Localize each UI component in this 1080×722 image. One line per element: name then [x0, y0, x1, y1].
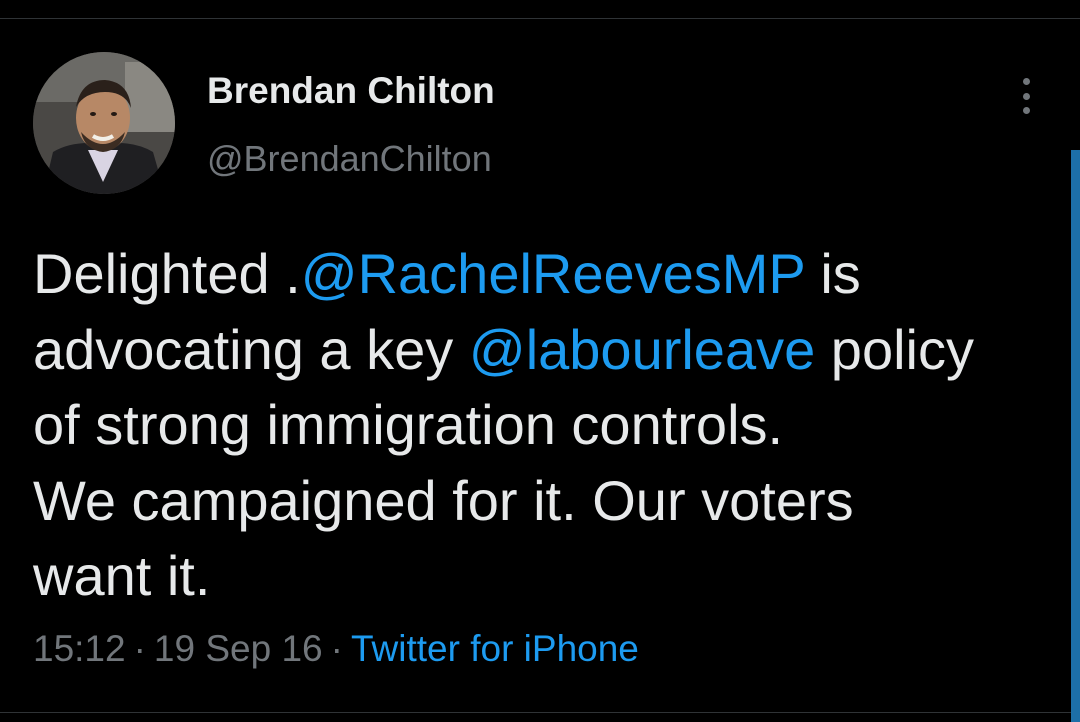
more-options-button[interactable] — [1010, 74, 1042, 118]
author-name[interactable]: Brendan Chilton — [207, 70, 495, 112]
tweet-text-line: of strong immigration controls. — [33, 387, 1043, 463]
top-divider — [0, 18, 1080, 19]
mention-link[interactable]: @labourleave — [469, 318, 815, 381]
avatar[interactable] — [33, 52, 175, 194]
author-handle[interactable]: @BrendanChilton — [207, 138, 492, 180]
scroll-indicator[interactable] — [1071, 150, 1080, 722]
tweet-text-line: We campaigned for it. Our voters — [33, 463, 1043, 539]
bottom-divider — [0, 712, 1080, 713]
tweet-text-segment: is — [804, 242, 861, 305]
more-vertical-icon — [1022, 107, 1030, 114]
avatar-photo — [33, 52, 175, 194]
tweet-text-segment: Delighted . — [33, 242, 301, 305]
tweet-text-segment: policy — [815, 317, 974, 381]
tweet-text-line: advocating a key @labourleave policy — [33, 312, 1043, 388]
tweet-source-link[interactable]: Twitter for iPhone — [351, 628, 639, 669]
tweet-text-line: want it. — [33, 538, 1043, 614]
tweet-text-segment: advocating a key — [33, 317, 469, 381]
tweet-text: Delighted .@RachelReevesMP is advocating … — [33, 236, 1043, 614]
meta-separator: · — [330, 628, 343, 669]
meta-separator: · — [133, 628, 146, 669]
tweet-text-segment: We campaigned for it. Our voters — [33, 468, 854, 532]
tweet-text-line: Delighted .@RachelReevesMP is — [33, 236, 1043, 312]
tweet-meta: 15:12 · 19 Sep 16 · Twitter for iPhone — [33, 628, 639, 670]
tweet-date[interactable]: 19 Sep 16 — [154, 628, 323, 669]
mention-link[interactable]: @RachelReevesMP — [301, 242, 805, 305]
more-vertical-icon — [1022, 78, 1030, 85]
tweet-text-segment: want it. — [33, 544, 211, 607]
more-vertical-icon — [1022, 92, 1030, 100]
tweet-time[interactable]: 15:12 — [33, 628, 126, 669]
tweet-text-segment: of strong immigration controls. — [33, 393, 784, 456]
